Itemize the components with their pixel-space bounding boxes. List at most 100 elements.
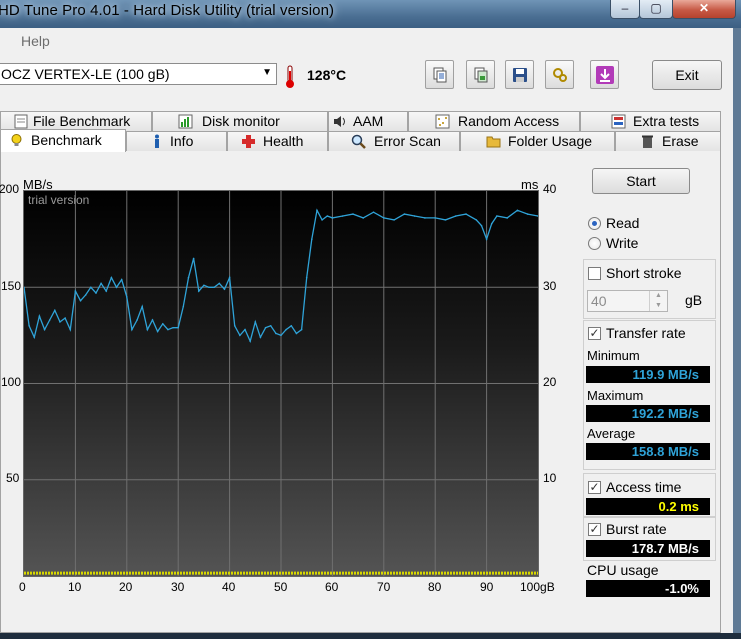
transfer-rate-point [316, 209, 318, 212]
close-button[interactable]: ✕ [672, 0, 736, 19]
tab-disk-monitor[interactable]: Disk monitor [152, 111, 328, 131]
tab-label: Random Access [458, 113, 560, 129]
transfer-rate-point [43, 328, 46, 331]
drive-select[interactable]: OCZ VERTEX-LE (100 gB) ▼ [0, 63, 277, 85]
transfer-rate-point [321, 219, 323, 221]
copy-screenshot-button[interactable] [466, 60, 495, 89]
tab-label: Benchmark [31, 132, 102, 148]
start-button[interactable]: Start [592, 168, 690, 194]
transfer-rate-point [182, 305, 185, 308]
burst-rate-label: Burst rate [606, 521, 667, 537]
menu-bar: Help [0, 28, 733, 54]
transfer-rate-point [393, 219, 395, 221]
options-button[interactable] [545, 60, 574, 89]
transfer-rate-point [490, 222, 493, 225]
transfer-rate-point [485, 238, 488, 240]
write-radio[interactable] [588, 237, 601, 250]
health-cross-icon [242, 135, 255, 148]
benchmark-chart: trial version [23, 190, 539, 577]
tab-health[interactable]: Health [227, 131, 328, 151]
transfer-rate-point [341, 215, 344, 217]
tab-label: Folder Usage [508, 133, 593, 149]
tab-random-access[interactable]: Random Access [408, 111, 580, 131]
tab-aam[interactable]: AAM [328, 111, 408, 131]
transfer-rate-point [54, 309, 56, 312]
tab-file-benchmark[interactable]: File Benchmark [0, 111, 152, 131]
transfer-rate-point [424, 217, 426, 219]
transfer-rate-point [38, 315, 41, 317]
x-tick: 60 [325, 580, 339, 594]
tab-benchmark[interactable]: Benchmark [0, 129, 126, 152]
access-time-checkbox[interactable]: ✓ [588, 481, 601, 494]
thermometer-icon [286, 65, 294, 88]
copy-screenshot-icon [474, 67, 487, 82]
transfer-rate-point [177, 326, 179, 329]
transfer-rate-point [161, 323, 164, 325]
cpu-usage-label: CPU usage [587, 562, 659, 578]
write-label: Write [606, 235, 639, 251]
transfer-rate-point [454, 215, 457, 217]
tab-erase[interactable]: Erase [615, 131, 721, 151]
transfer-rate-point [233, 324, 236, 327]
tab-folder-usage[interactable]: Folder Usage [460, 131, 615, 151]
chevron-up-icon[interactable]: ▲ [650, 291, 667, 301]
minimize-button[interactable]: – [610, 0, 640, 19]
transfer-rate-point [79, 299, 82, 302]
read-radio[interactable] [588, 217, 601, 230]
menu-help[interactable]: Help [21, 33, 50, 49]
cpu-usage-value: -1.0% [586, 580, 710, 597]
transfer-rate-point [115, 286, 118, 289]
window-frame-bottom [0, 633, 741, 639]
extra-tests-icon [611, 114, 626, 129]
transfer-rate-point [167, 328, 169, 331]
save-button[interactable] [505, 60, 534, 89]
tab-error-scan[interactable]: Error Scan [328, 131, 460, 151]
chevron-down-icon[interactable]: ▼ [650, 301, 667, 311]
transfer-rate-point [413, 215, 416, 217]
chevron-down-icon: ▼ [262, 67, 272, 78]
short-stroke-checkbox[interactable] [588, 267, 601, 280]
lightbulb-icon [11, 134, 22, 146]
tab-extra-tests[interactable]: Extra tests [580, 111, 721, 131]
y-left-tick: 200 [0, 182, 20, 196]
exit-button[interactable]: Exit [652, 60, 722, 90]
transfer-rate-point [264, 326, 267, 329]
file-benchmark-icon [14, 114, 28, 129]
spin-buttons[interactable]: ▲ ▼ [649, 291, 667, 311]
download-button[interactable] [590, 60, 619, 89]
transfer-rate-point [285, 328, 287, 331]
transfer-rate-point [496, 215, 498, 217]
disk-monitor-icon [178, 114, 193, 129]
transfer-rate-point [434, 217, 437, 219]
y-left-tick: 100 [1, 375, 22, 389]
transfer-rate-point [95, 292, 97, 294]
transfer-rate-point [352, 213, 354, 215]
y-right-tick: 20 [543, 375, 557, 389]
transfer-rate-point [249, 340, 251, 342]
y-right-tick: 40 [543, 182, 557, 196]
transfer-rate-point [305, 276, 308, 279]
save-icon [512, 67, 527, 82]
copy-text-button[interactable] [425, 60, 454, 89]
tab-label: Disk monitor [202, 113, 280, 129]
transfer-rate-point [290, 324, 293, 327]
access-time-label: Access time [606, 479, 682, 495]
y-right-tick: 10 [543, 471, 557, 485]
transfer-rate-point [59, 321, 61, 323]
transfer-rate-point [192, 257, 195, 260]
tab-label: Erase [662, 133, 699, 149]
transfer-rate-point [156, 330, 159, 333]
transfer-rate-point [269, 324, 272, 327]
tab-info[interactable]: Info [126, 131, 227, 151]
minimum-value: 119.9 MB/s [586, 366, 710, 383]
transfer-rate-checkbox[interactable]: ✓ [588, 327, 601, 340]
speaker-icon [334, 116, 345, 127]
title-bar[interactable]: HD Tune Pro 4.01 - Hard Disk Utility (tr… [0, 0, 741, 28]
transfer-rate-point [136, 319, 138, 321]
burst-rate-checkbox[interactable]: ✓ [588, 523, 601, 536]
maximize-button[interactable]: ▢ [639, 0, 673, 19]
transfer-rate-point [69, 328, 72, 331]
short-stroke-size-input[interactable]: 40 ▲ ▼ [587, 290, 668, 312]
maximum-label: Maximum [587, 388, 644, 403]
minimum-label: Minimum [587, 348, 640, 363]
